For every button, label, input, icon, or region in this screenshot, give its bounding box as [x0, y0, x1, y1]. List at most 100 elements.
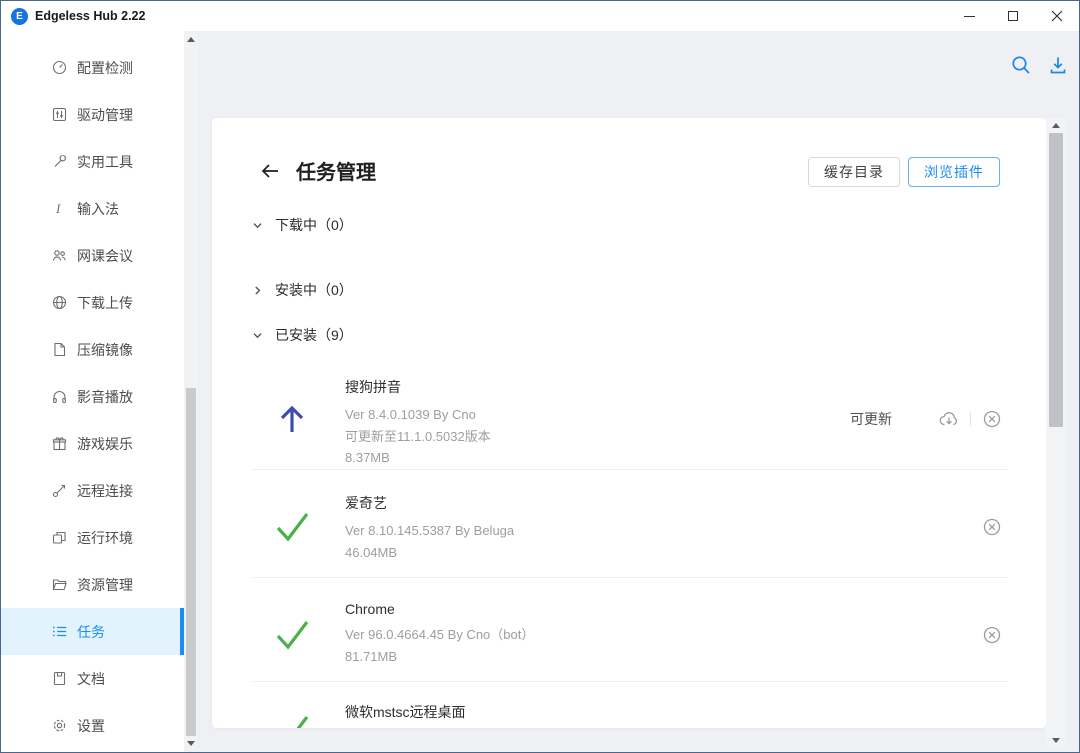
meeting-icon: [51, 247, 68, 264]
content-scrollbar[interactable]: [1046, 118, 1066, 748]
task-list-icon: [51, 623, 68, 640]
sidebar-item-games[interactable]: 游戏娱乐: [1, 420, 184, 467]
sidebar-item-runtime-env[interactable]: 运行环境: [1, 514, 184, 561]
sidebar-item-label: 输入法: [77, 200, 119, 217]
globe-icon: [51, 294, 68, 311]
sidebar-item-settings[interactable]: 设置: [1, 702, 184, 749]
scroll-down-arrow-icon[interactable]: [1052, 738, 1060, 743]
sidebar-item-utilities[interactable]: 实用工具: [1, 138, 184, 185]
item-actions: [981, 624, 1003, 646]
maximize-icon: [1008, 11, 1018, 21]
installed-item: 搜狗拼音 Ver 8.4.0.1039 By Cno 可更新至11.1.0.50…: [212, 365, 1046, 470]
sidebar-scrollbar[interactable]: [184, 31, 198, 752]
section-installing[interactable]: 安装中（0）: [252, 281, 353, 299]
installed-item: Chrome Ver 96.0.4664.45 By Cno（bot） 81.7…: [212, 578, 1046, 682]
section-label: 安装中（0）: [275, 282, 353, 298]
sidebar-item-online-meeting[interactable]: 网课会议: [1, 232, 184, 279]
remove-task-icon[interactable]: [981, 408, 1003, 430]
item-update-note: 可更新至11.1.0.5032版本: [345, 428, 491, 444]
window-controls: [947, 1, 1079, 31]
item-name: 微软mstsc远程桌面: [345, 704, 466, 720]
document-icon: [51, 670, 68, 687]
section-label: 下载中（0）: [275, 217, 353, 233]
item-name: 搜狗拼音: [345, 379, 401, 395]
sidebar-item-config-check[interactable]: 配置检测: [1, 44, 184, 91]
chevron-down-icon: [252, 220, 263, 231]
updatable-badge: 可更新: [850, 411, 892, 427]
close-button[interactable]: [1035, 1, 1079, 31]
sidebar-item-tasks[interactable]: 任务: [1, 608, 184, 655]
remove-task-icon[interactable]: [981, 516, 1003, 538]
sidebar-item-input-method[interactable]: I 输入法: [1, 185, 184, 232]
check-icon: [274, 509, 310, 545]
installed-item: 爱奇艺 Ver 8.10.145.5387 By Beluga 46.04MB: [212, 470, 1046, 578]
sidebar-item-label: 实用工具: [77, 153, 133, 170]
cloud-download-icon[interactable]: [938, 408, 960, 430]
item-name: Chrome: [345, 601, 395, 617]
headphones-icon: [51, 388, 68, 405]
svg-text:I: I: [55, 201, 61, 216]
update-arrow-icon: [274, 401, 310, 437]
app-window: E Edgeless Hub 2.22 配置检测 驱动管理 实用工具 I 输入法…: [0, 0, 1080, 753]
cache-directory-button[interactable]: 缓存目录: [808, 157, 900, 187]
task-manager-panel: 任务管理 缓存目录 浏览插件 下载中（0） 安装中（0） 已安装（9） 搜狗拼音…: [212, 118, 1046, 728]
item-actions: 可更新: [850, 408, 1003, 430]
scroll-up-arrow-icon[interactable]: [1052, 123, 1060, 128]
sidebar-item-driver-manage[interactable]: 驱动管理: [1, 91, 184, 138]
folder-icon: [51, 576, 68, 593]
sidebar-nav: 配置检测 驱动管理 实用工具 I 输入法 网课会议 下载上传 压缩镜像 影音播放…: [1, 44, 184, 749]
close-icon: [1051, 10, 1063, 22]
scroll-up-arrow-icon[interactable]: [187, 37, 195, 42]
sidebar-item-label: 影音播放: [77, 388, 133, 405]
minimize-icon: [963, 15, 975, 17]
sidebar-item-label: 任务: [77, 623, 105, 640]
item-content: Chrome Ver 96.0.4664.45 By Cno（bot） 81.7…: [345, 601, 534, 667]
sidebar-item-label: 远程连接: [77, 482, 133, 499]
input-method-icon: I: [51, 200, 68, 217]
search-icon[interactable]: [1010, 54, 1032, 76]
remove-task-icon[interactable]: [981, 624, 1003, 646]
item-size: 81.71MB: [345, 648, 398, 664]
minimize-button[interactable]: [947, 1, 991, 31]
check-icon: [274, 617, 310, 653]
sidebar-item-docs[interactable]: 文档: [1, 655, 184, 702]
main-area: 任务管理 缓存目录 浏览插件 下载中（0） 安装中（0） 已安装（9） 搜狗拼音…: [198, 31, 1079, 752]
window-title: Edgeless Hub 2.22: [35, 9, 146, 23]
sidebar: 配置检测 驱动管理 实用工具 I 输入法 网课会议 下载上传 压缩镜像 影音播放…: [1, 31, 198, 752]
titlebar: E Edgeless Hub 2.22: [1, 1, 1079, 31]
sidebar-item-download-upload[interactable]: 下载上传: [1, 279, 184, 326]
gauge-icon: [51, 59, 68, 76]
sidebar-item-label: 文档: [77, 670, 105, 687]
sidebar-item-label: 网课会议: [77, 247, 133, 264]
sidebar-item-remote-connect[interactable]: 远程连接: [1, 467, 184, 514]
item-content: 爱奇艺 Ver 8.10.145.5387 By Beluga 46.04MB: [345, 493, 514, 563]
section-label: 已安装（9）: [275, 327, 353, 343]
settings-gear-icon: [51, 717, 68, 734]
back-button[interactable]: [260, 162, 280, 180]
download-icon[interactable]: [1047, 54, 1069, 76]
remote-link-icon: [51, 482, 68, 499]
sidebar-item-label: 压缩镜像: [77, 341, 133, 358]
sidebar-item-resource-manage[interactable]: 资源管理: [1, 561, 184, 608]
sidebar-item-media-playback[interactable]: 影音播放: [1, 373, 184, 420]
item-size: 46.04MB: [345, 544, 398, 560]
item-actions: [981, 516, 1003, 538]
sidebar-item-compressed-image[interactable]: 压缩镜像: [1, 326, 184, 373]
scroll-down-arrow-icon[interactable]: [187, 741, 195, 746]
wrench-icon: [51, 153, 68, 170]
page-title: 任务管理: [296, 162, 376, 184]
installed-item: 微软mstsc远程桌面 Ver 10.0.19362.0 By Cno: [212, 682, 1046, 728]
section-installed[interactable]: 已安装（9）: [252, 326, 353, 344]
item-size: 8.37MB: [345, 450, 390, 465]
runtime-icon: [51, 529, 68, 546]
sidebar-item-label: 下载上传: [77, 294, 133, 311]
sidebar-scrollbar-thumb[interactable]: [186, 388, 196, 736]
browse-plugins-button[interactable]: 浏览插件: [908, 157, 1000, 187]
item-version: Ver 96.0.4664.45 By Cno（bot）: [345, 627, 535, 642]
maximize-button[interactable]: [991, 1, 1035, 31]
gift-icon: [51, 435, 68, 452]
item-content: 搜狗拼音 Ver 8.4.0.1039 By Cno 可更新至11.1.0.50…: [345, 377, 491, 469]
content-scrollbar-thumb[interactable]: [1049, 133, 1063, 427]
sidebar-item-label: 设置: [77, 717, 105, 734]
section-downloading[interactable]: 下载中（0）: [252, 216, 353, 234]
